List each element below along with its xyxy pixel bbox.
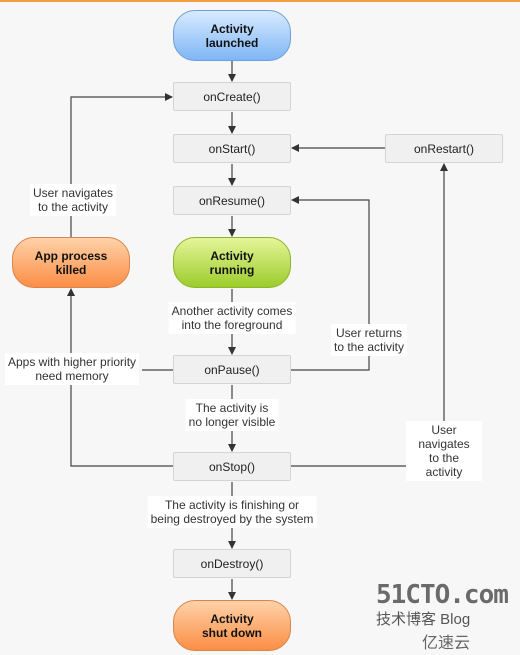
label-finishing: The activity is finishing or being destr… <box>147 496 317 528</box>
label-higher-priority: Apps with higher priority need memory <box>4 353 140 385</box>
app-process-killed-node: App process killed <box>12 237 130 288</box>
on-resume-node: onResume() <box>173 186 291 215</box>
watermark-line1: 51CTO.com <box>376 580 509 610</box>
on-pause-node: onPause() <box>173 355 291 384</box>
label-no-longer-visible: The activity is no longer visible <box>185 399 279 431</box>
watermark-line2: 技术博客 Blog <box>376 611 471 628</box>
arrow-killed-create <box>70 93 173 237</box>
on-restart-node: onRestart() <box>385 134 503 163</box>
label-another-activity: Another activity comes into the foregrou… <box>168 302 296 334</box>
activity-shut-down-node: Activity shut down <box>173 600 291 651</box>
on-destroy-node: onDestroy() <box>173 549 291 578</box>
label-user-returns: User returns to the activity <box>330 324 408 356</box>
label-user-navigates-left: User navigates to the activity <box>29 184 117 216</box>
activity-launched-node: Activity launched <box>173 10 291 61</box>
watermark-line3: 亿速云 <box>422 635 471 652</box>
watermark-logo: 51CTO.com 技术博客 Blog 亿速云 <box>376 580 509 653</box>
on-stop-node: onStop() <box>173 452 291 481</box>
on-create-node: onCreate() <box>173 82 291 111</box>
on-start-node: onStart() <box>173 134 291 163</box>
label-user-navigates-right: User navigates to the activity <box>406 421 482 481</box>
activity-running-node: Activity running <box>173 237 291 288</box>
